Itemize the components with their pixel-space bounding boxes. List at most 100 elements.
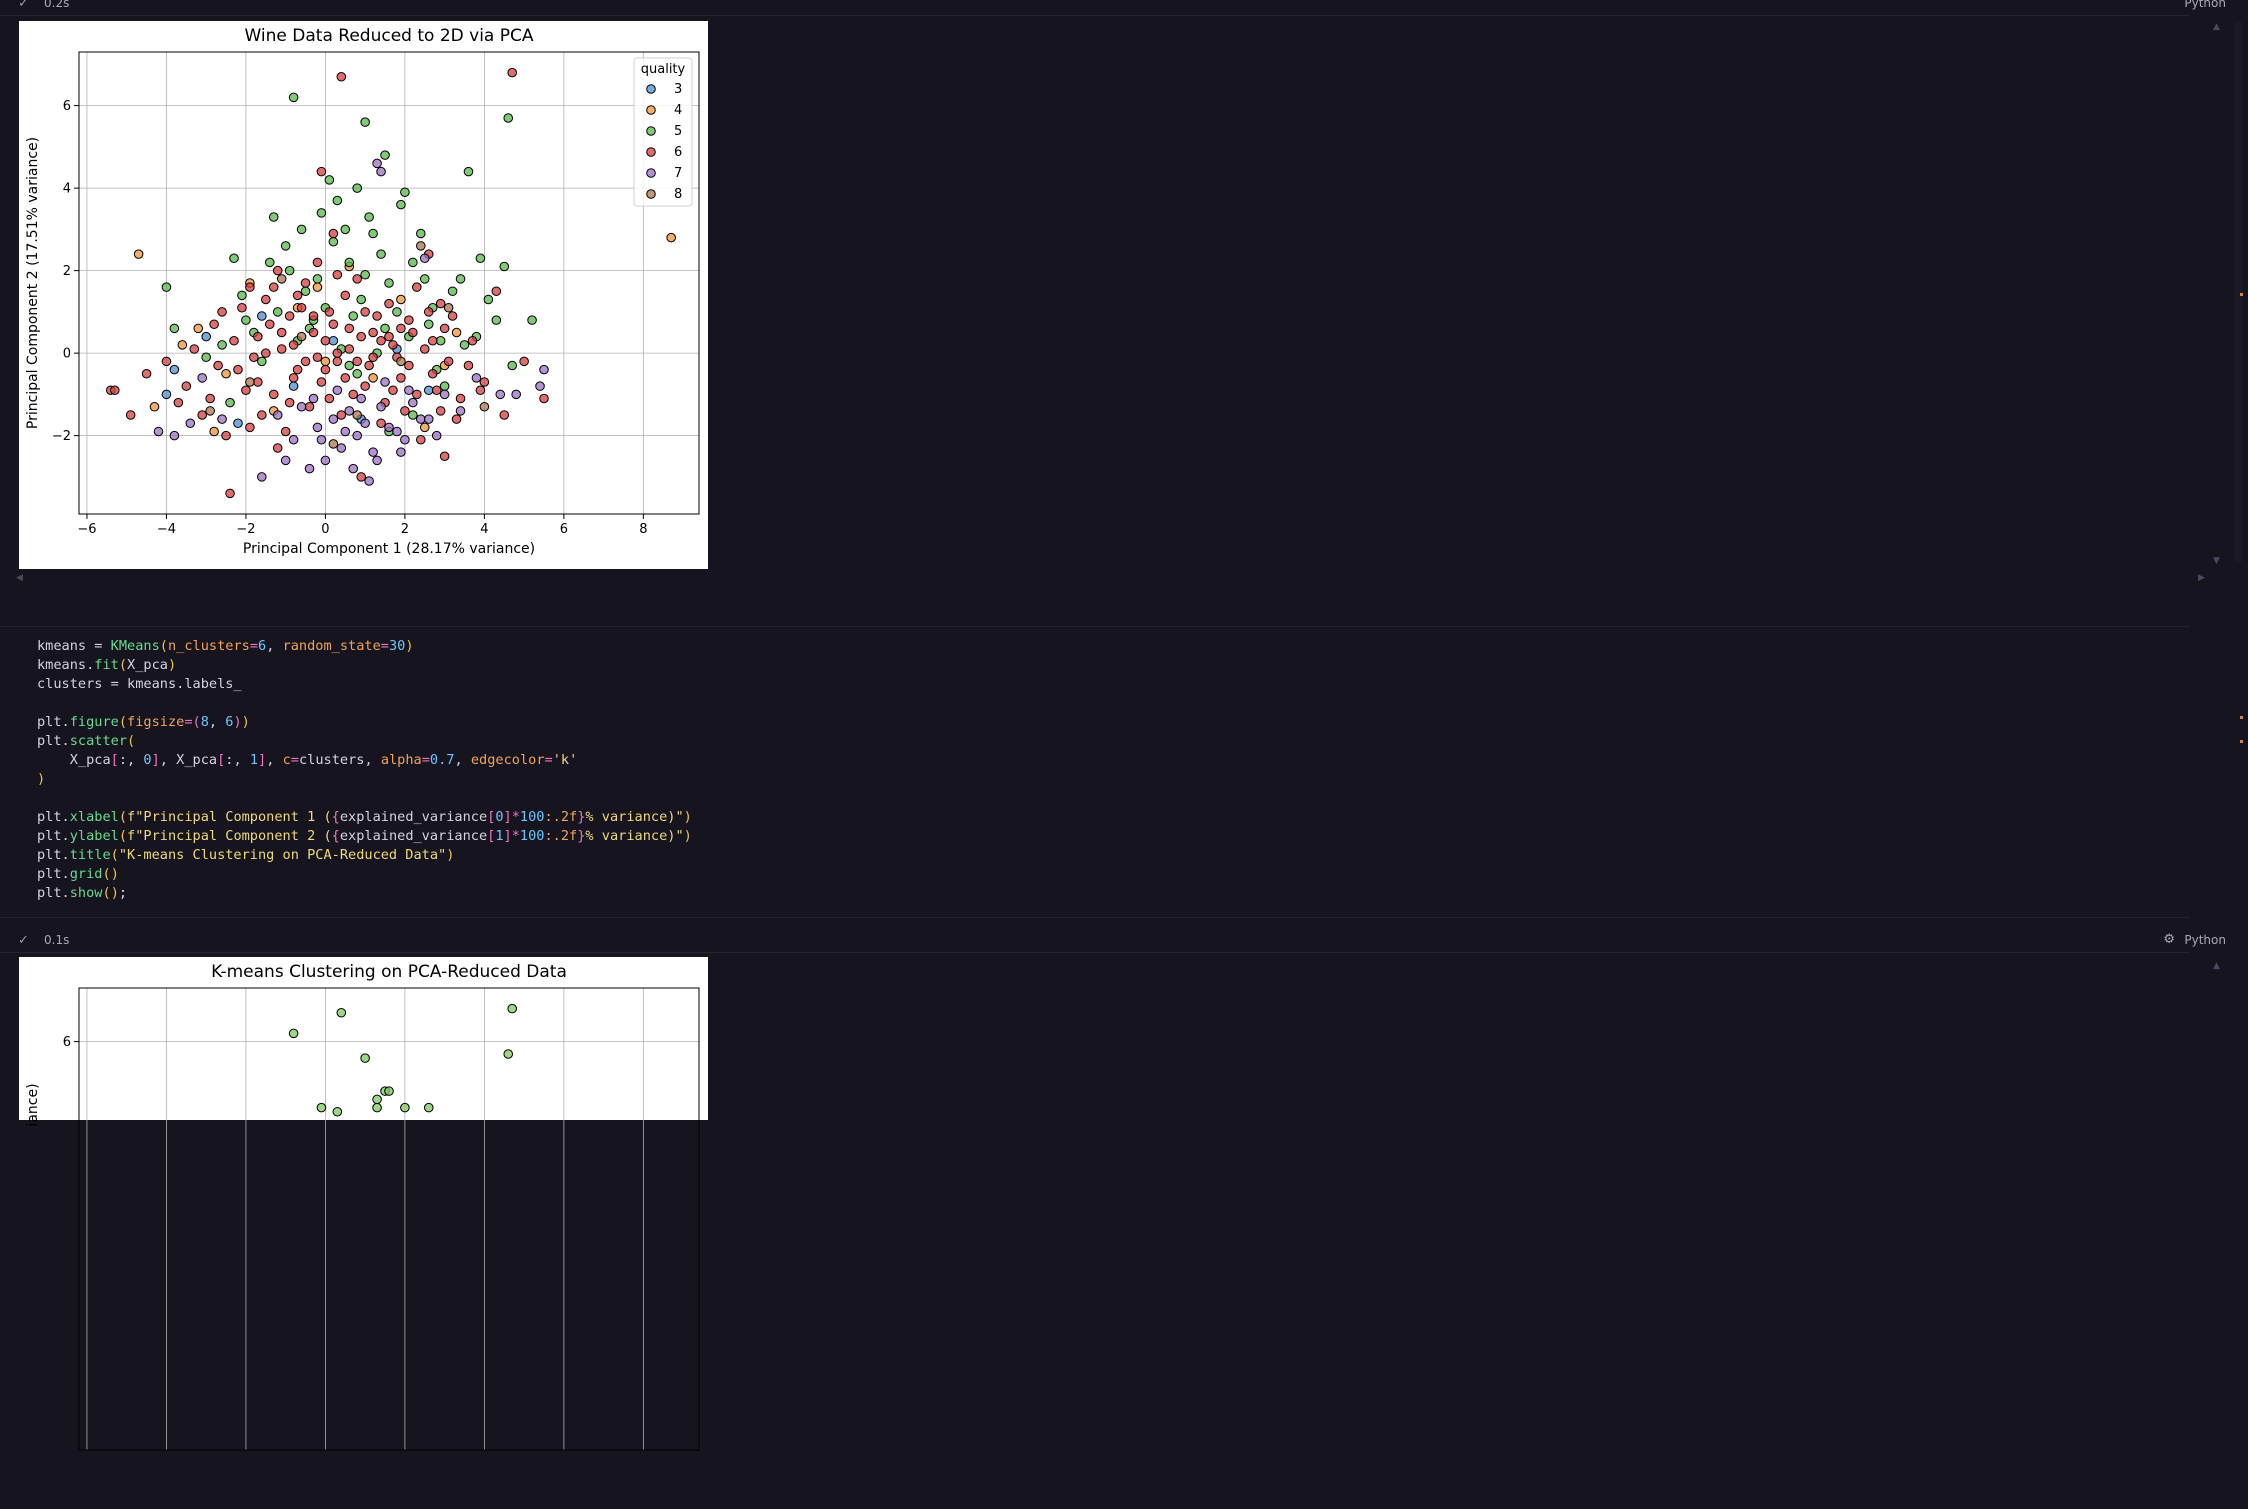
data-point-series-6	[340, 290, 351, 301]
data-point-series-7	[372, 455, 382, 466]
data-point-series-7	[372, 158, 382, 169]
code-token: 0	[143, 752, 152, 768]
code-line[interactable]: plt.show();	[37, 884, 692, 903]
data-point-series-4	[149, 401, 160, 412]
data-point-series-6	[475, 385, 486, 396]
output-scrollbar[interactable]	[2234, 22, 2242, 562]
code-line[interactable]: plt.figure(figsize=(8, 6))	[37, 713, 692, 732]
data-point-series-6	[435, 298, 446, 309]
code-editor[interactable]: kmeans = KMeans(n_clusters=6, random_sta…	[37, 637, 692, 903]
data-point-series-4	[419, 422, 430, 433]
data-point-series-6	[332, 356, 343, 367]
data-point-series-6	[491, 286, 502, 297]
scroll-down-arrow-icon[interactable]: ▼	[2213, 556, 2220, 566]
kernel-language-button[interactable]: Python	[2184, 0, 2226, 10]
data-point-series-5	[423, 319, 434, 330]
code-token: )	[446, 847, 455, 863]
data-point-series-6	[396, 323, 406, 334]
data-point-series-6	[384, 298, 394, 309]
data-point-series-7	[257, 472, 267, 482]
kernel-icon[interactable]: ⚙	[2163, 932, 2175, 947]
data-point-series-6	[316, 377, 327, 387]
data-point-series-6	[300, 278, 311, 288]
data-point-series-6	[447, 311, 458, 321]
code-line[interactable]	[37, 694, 692, 713]
code-line[interactable]: )	[37, 770, 692, 789]
kernel-language-button[interactable]: Python	[2184, 933, 2226, 947]
data-point-series-7	[415, 414, 426, 424]
data-point-series-7	[419, 253, 430, 264]
code-token: =	[544, 752, 553, 768]
code-cell[interactable]: kmeans = KMeans(n_clusters=6, random_sta…	[0, 627, 2190, 917]
code-line[interactable]: plt.title("K-means Clustering on PCA-Red…	[37, 846, 692, 865]
data-point-series-5	[455, 274, 466, 284]
code-line[interactable]: plt.ylabel(f"Principal Component 2 ({exp…	[37, 827, 692, 846]
code-token: =	[421, 752, 430, 768]
data-point-series-6	[229, 335, 239, 346]
code-token: =	[184, 714, 193, 730]
data-point-series-6	[384, 331, 394, 342]
data-point-series-0	[372, 1094, 382, 1105]
data-point-series-0	[503, 1049, 514, 1059]
code-token: f"Principal Component 2 (	[127, 828, 332, 844]
code-line[interactable]: plt.scatter(	[37, 732, 692, 751]
code-token: (	[192, 714, 201, 730]
code-token: ,	[454, 752, 471, 768]
data-point-series-6	[423, 307, 434, 317]
code-token: plt.	[37, 866, 70, 882]
data-point-series-3	[169, 364, 180, 375]
code-line[interactable]	[37, 789, 692, 808]
data-point-series-0	[384, 1086, 394, 1096]
code-token: 8	[200, 714, 209, 730]
code-line[interactable]: clusters = kmeans.labels_	[37, 675, 692, 694]
code-line[interactable]: plt.xlabel(f"Principal Component 1 ({exp…	[37, 808, 692, 827]
data-point-series-4	[221, 368, 231, 379]
code-line[interactable]: plt.grid()	[37, 865, 692, 884]
data-point-series-6	[197, 410, 208, 420]
code-token: 0	[495, 809, 504, 825]
code-token: title	[69, 847, 111, 863]
data-point-series-5	[384, 278, 394, 288]
code-line[interactable]: X_pca[:, 0], X_pca[:, 1], c=clusters, al…	[37, 751, 692, 770]
data-point-series-6	[419, 344, 430, 354]
scroll-up-arrow-icon[interactable]: ▲	[2213, 961, 2220, 971]
code-token: ]	[503, 809, 512, 825]
code-token: )	[233, 714, 242, 730]
data-point-series-5	[483, 294, 494, 305]
data-point-series-6	[109, 385, 120, 396]
data-point-series-3	[328, 335, 339, 346]
chart-title: Wine Data Reduced to 2D via PCA	[245, 26, 534, 46]
data-point-series-5	[344, 257, 355, 268]
code-line[interactable]: kmeans.fit(X_pca)	[37, 656, 692, 675]
data-point-series-7	[455, 406, 466, 416]
y-tick-label: 2	[63, 264, 71, 279]
scroll-left-arrow-icon[interactable]: ◀	[16, 573, 23, 583]
data-point-series-5	[225, 397, 235, 408]
data-point-series-6	[312, 257, 323, 268]
code-line[interactable]: kmeans = KMeans(n_clusters=6, random_sta…	[37, 637, 692, 656]
code-token: {	[331, 828, 340, 844]
data-point-series-5	[419, 274, 430, 284]
data-point-series-6	[439, 451, 450, 462]
code-token: X_pca	[127, 657, 168, 673]
code-token: (	[118, 714, 128, 730]
data-point-series-6	[253, 331, 263, 342]
scroll-up-arrow-icon[interactable]: ▲	[2213, 22, 2220, 32]
data-point-series-8	[276, 274, 287, 284]
data-point-series-5	[296, 224, 307, 235]
code-token: )	[110, 885, 119, 901]
data-point-series-6	[264, 319, 275, 330]
code-token: plt.	[37, 828, 70, 844]
data-point-series-7	[423, 414, 434, 424]
scroll-right-arrow-icon[interactable]: ▶	[2198, 573, 2205, 583]
data-point-series-6	[451, 414, 462, 424]
code-token: figure	[69, 714, 119, 730]
data-point-series-4	[209, 426, 219, 437]
code-token: "K-means Clustering on PCA-Reduced Data"	[118, 847, 447, 863]
data-point-series-5	[376, 249, 386, 259]
code-token: (	[118, 657, 128, 673]
data-point-series-4	[368, 373, 378, 383]
code-token: 100	[519, 828, 545, 844]
data-point-series-6	[344, 323, 355, 334]
code-token: )	[110, 866, 119, 882]
